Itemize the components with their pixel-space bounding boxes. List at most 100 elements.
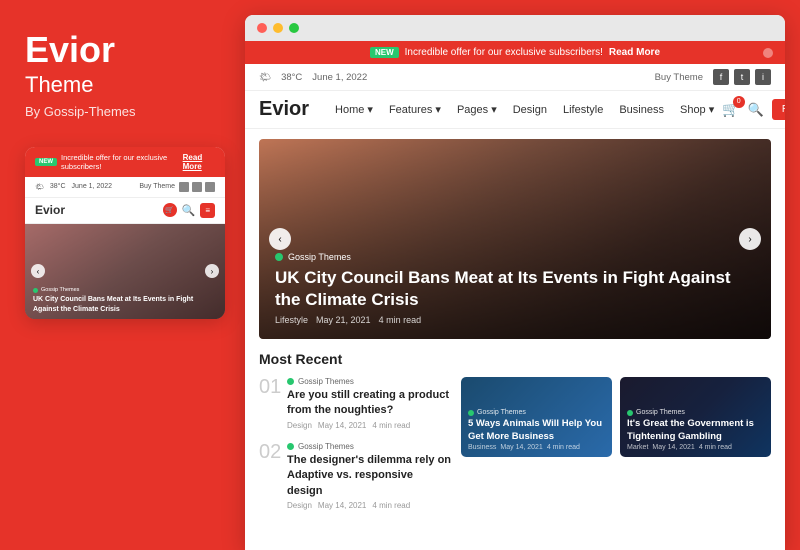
- browser-window: NEW Incredible offer for our exclusive s…: [245, 15, 785, 550]
- mini-logo: Evior: [35, 203, 65, 217]
- nav-pages[interactable]: Pages ▾: [449, 99, 505, 120]
- mini-hero-tag-dot: [33, 288, 38, 293]
- register-button[interactable]: Register Now: [772, 99, 785, 120]
- nav-cart[interactable]: 🛒 0: [722, 101, 739, 119]
- hero-meta: Lifestyle May 21, 2021 4 min read: [275, 315, 755, 325]
- mini-preview: NEW Incredible offer for our exclusive s…: [25, 147, 225, 319]
- mini-hero-nav: ‹ ›: [25, 264, 225, 278]
- nav-design[interactable]: Design: [505, 100, 555, 120]
- brand-by: By Gossip-Themes: [25, 104, 220, 119]
- notif-bar: NEW Incredible offer for our exclusive s…: [245, 41, 785, 64]
- mini-hero-caption: Gossip Themes UK City Council Bans Meat …: [33, 287, 217, 313]
- cart-badge: 0: [733, 96, 745, 108]
- browser-dot-yellow[interactable]: [273, 23, 283, 33]
- card-meta-2: Market May 14, 2021 4 min read: [627, 444, 764, 451]
- mini-notif-text: Incredible offer for our exclusive subsc…: [61, 153, 179, 171]
- article-category-2: Design: [287, 501, 312, 510]
- browser-dot-green[interactable]: [289, 23, 299, 33]
- article-meta-2: Design May 14, 2021 4 min read: [287, 501, 451, 510]
- mini-hero: ‹ › Gossip Themes UK City Council Bans M…: [25, 224, 225, 319]
- article-meta-1: Design May 14, 2021 4 min read: [287, 421, 451, 430]
- mini-nav: Evior 🛒 🔍 ≡: [25, 198, 225, 224]
- mini-next-arrow[interactable]: ›: [205, 264, 219, 278]
- articles-list: 01 Gossip Themes Are you still creating …: [259, 377, 451, 510]
- left-panel: Evior Theme By Gossip-Themes NEW Incredi…: [0, 0, 245, 550]
- notif-close-icon[interactable]: [763, 48, 773, 58]
- nav-business[interactable]: Business: [611, 100, 672, 120]
- mini-nav-icons: 🛒 🔍 ≡: [163, 203, 215, 218]
- nav-home[interactable]: Home ▾: [327, 99, 381, 120]
- most-recent-section: Most Recent 01 Gossip Themes Are you sti…: [245, 339, 785, 518]
- hero-category: Lifestyle: [275, 315, 308, 325]
- article-title-1[interactable]: Are you still creating a product from th…: [287, 388, 451, 419]
- weather-icon: 🌤: [259, 72, 271, 83]
- top-bar-left: 🌤 38°C June 1, 2022: [259, 72, 367, 83]
- mini-cart-icon[interactable]: 🛒: [163, 203, 177, 217]
- mini-menu-btn[interactable]: ≡: [200, 203, 215, 218]
- buy-theme-link[interactable]: Buy Theme: [655, 72, 703, 83]
- hero-title[interactable]: UK City Council Bans Meat at Its Events …: [275, 267, 755, 311]
- cards-row: Gossip Themes 5 Ways Animals Will Help Y…: [461, 377, 771, 457]
- instagram-icon[interactable]: i: [755, 69, 771, 85]
- hero-tag: Gossip Themes: [275, 252, 755, 262]
- notif-read-more[interactable]: Read More: [609, 47, 660, 58]
- article-date-2: May 14, 2021: [318, 501, 366, 510]
- main-nav: Evior Home ▾ Features ▾ Pages ▾ Design L…: [245, 91, 785, 129]
- brand-title: Evior: [25, 30, 220, 70]
- card-title-2: It's Great the Government is Tightening …: [627, 418, 764, 443]
- browser-body: NEW Incredible offer for our exclusive s…: [245, 41, 785, 550]
- card-2[interactable]: Gossip Themes It's Great the Government …: [620, 377, 771, 457]
- hero-prev-button[interactable]: ‹: [269, 228, 291, 250]
- article-tag-dot-2: [287, 443, 294, 450]
- mini-buy-theme[interactable]: Buy Theme: [139, 183, 175, 190]
- content-grid: 01 Gossip Themes Are you still creating …: [259, 377, 771, 510]
- top-bar: 🌤 38°C June 1, 2022 Buy Theme f t i: [245, 64, 785, 91]
- nav-logo: Evior: [259, 98, 309, 121]
- article-tag-dot-1: [287, 378, 294, 385]
- mini-facebook-icon[interactable]: [179, 182, 189, 192]
- card-tag-dot-2: [627, 410, 633, 416]
- mini-date: June 1, 2022: [72, 183, 112, 190]
- card-tag-2: Gossip Themes: [627, 409, 764, 416]
- article-read-time-1: 4 min read: [372, 421, 410, 430]
- facebook-icon[interactable]: f: [713, 69, 729, 85]
- nav-actions: 🛒 0 🔍 Register Now: [722, 99, 785, 120]
- social-icons: f t i: [713, 69, 771, 85]
- mini-instagram-icon[interactable]: [205, 182, 215, 192]
- mini-weather: 38°C: [50, 183, 66, 190]
- mini-meta-bar: 🌤 38°C June 1, 2022 Buy Theme: [25, 177, 225, 198]
- article-item-2: 02 Gossip Themes The designer's dilemma …: [259, 442, 451, 510]
- article-content-1: Gossip Themes Are you still creating a p…: [287, 377, 451, 430]
- mini-hero-tag: Gossip Themes: [33, 287, 217, 293]
- nav-search-icon[interactable]: 🔍: [748, 102, 764, 118]
- article-item-1: 01 Gossip Themes Are you still creating …: [259, 377, 451, 430]
- notif-text: Incredible offer for our exclusive subsc…: [405, 47, 603, 58]
- nav-shop[interactable]: Shop ▾: [672, 99, 722, 120]
- mini-search-icon[interactable]: 🔍: [182, 204, 196, 217]
- hero-date: May 21, 2021: [316, 315, 371, 325]
- nav-features[interactable]: Features ▾: [381, 99, 449, 120]
- twitter-icon[interactable]: t: [734, 69, 750, 85]
- nav-lifestyle[interactable]: Lifestyle: [555, 100, 611, 120]
- article-number-1: 01: [259, 377, 279, 397]
- article-title-2[interactable]: The designer's dilemma rely on Adaptive …: [287, 453, 451, 499]
- cards-grid: Gossip Themes 5 Ways Animals Will Help Y…: [461, 377, 771, 510]
- hero-next-button[interactable]: ›: [739, 228, 761, 250]
- section-title: Most Recent: [259, 351, 771, 367]
- article-content-2: Gossip Themes The designer's dilemma rel…: [287, 442, 451, 510]
- mini-prev-arrow[interactable]: ‹: [31, 264, 45, 278]
- top-bar-date: June 1, 2022: [312, 72, 367, 83]
- mini-weather-icon: 🌤: [35, 183, 44, 191]
- mini-twitter-icon[interactable]: [192, 182, 202, 192]
- nav-items: Home ▾ Features ▾ Pages ▾ Design Lifesty…: [327, 99, 722, 120]
- hero-tag-label: Gossip Themes: [288, 252, 351, 262]
- browser-chrome: [245, 15, 785, 41]
- browser-dot-red[interactable]: [257, 23, 267, 33]
- mini-read-more[interactable]: Read More: [183, 153, 215, 171]
- article-category-1: Design: [287, 421, 312, 430]
- card-1[interactable]: Gossip Themes 5 Ways Animals Will Help Y…: [461, 377, 612, 457]
- mini-social-icons: [179, 182, 215, 192]
- card-caption-2: Gossip Themes It's Great the Government …: [627, 409, 764, 451]
- card-title-1: 5 Ways Animals Will Help You Get More Bu…: [468, 418, 605, 443]
- notif-badge: NEW: [370, 47, 399, 58]
